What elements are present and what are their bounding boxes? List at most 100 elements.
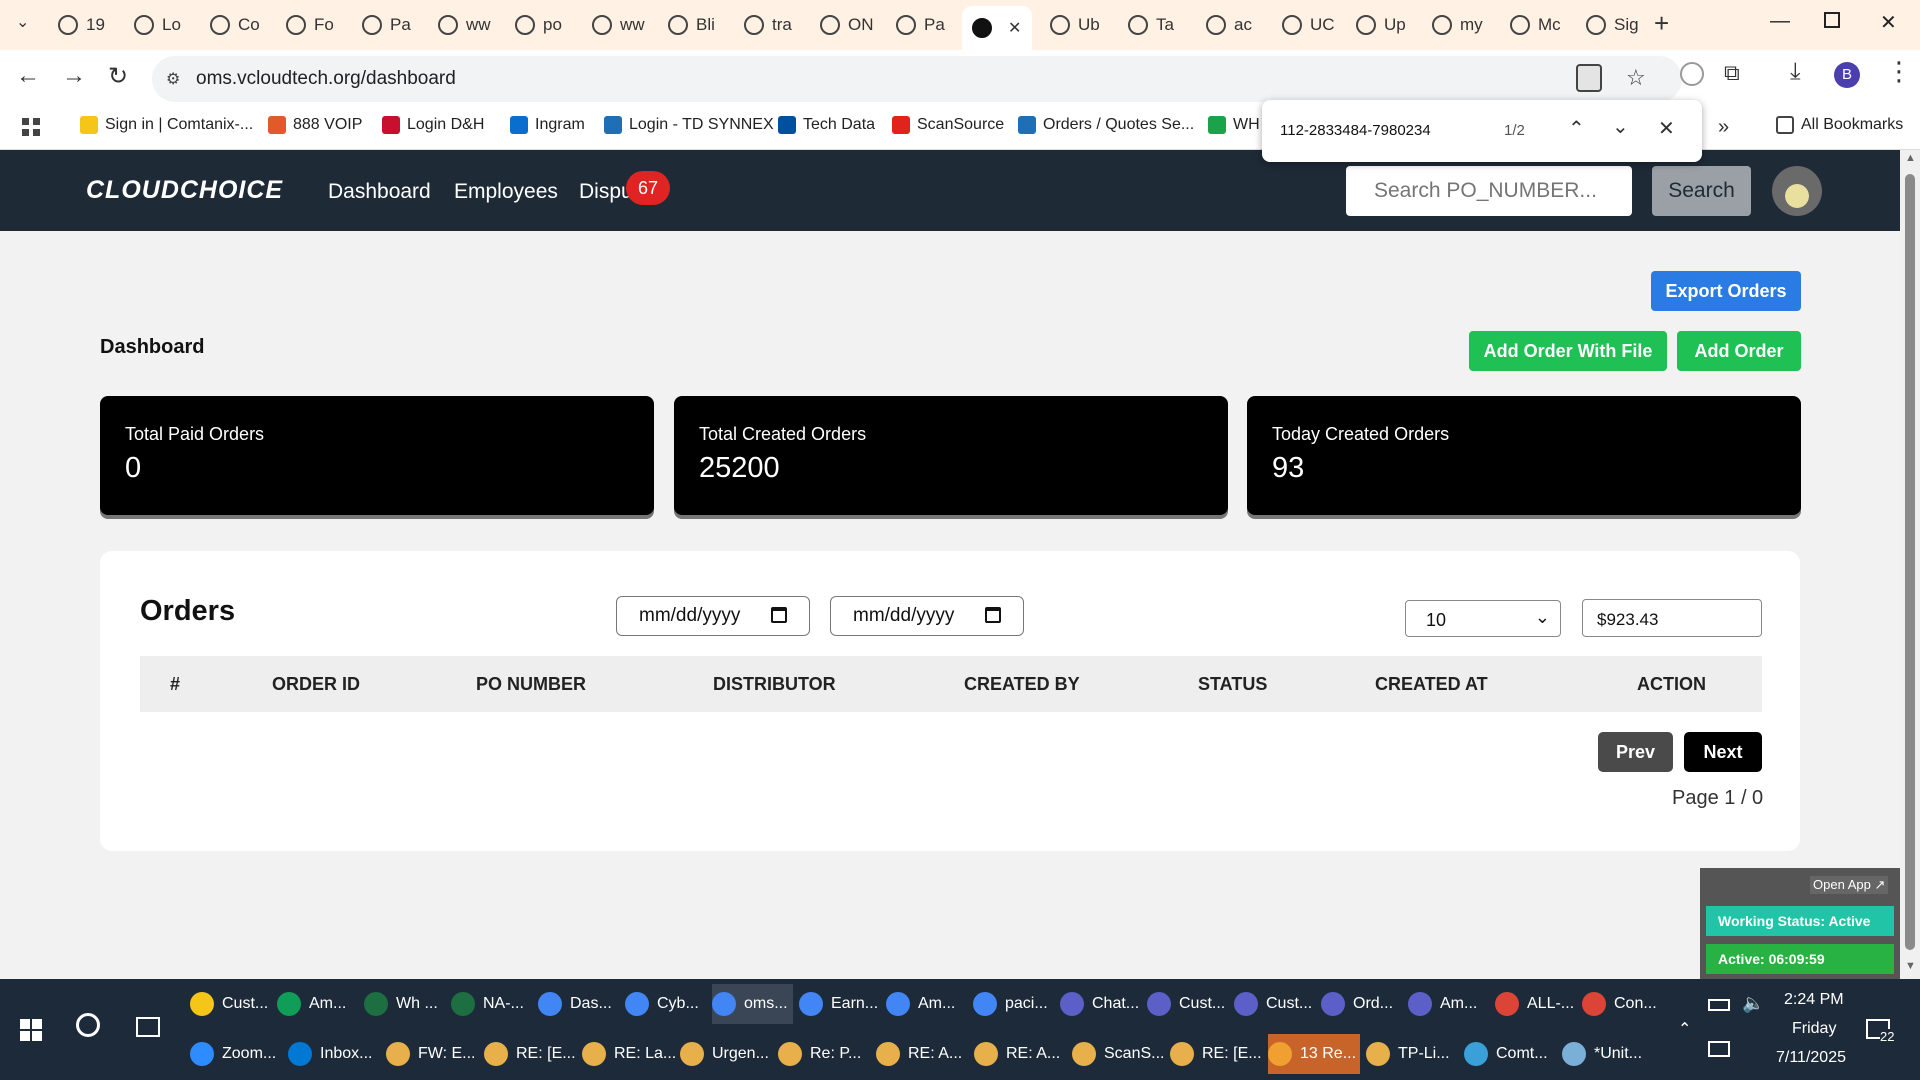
taskbar-app[interactable]: RE: A... [876, 1034, 968, 1074]
calendar-icon[interactable] [985, 607, 1001, 623]
nav-disputes[interactable]: Dispu [579, 180, 633, 204]
find-next-icon[interactable]: ⌄ [1612, 114, 1629, 139]
browser-tab[interactable]: ON [810, 8, 874, 42]
taskbar-app[interactable]: Cyb... [625, 984, 706, 1024]
extensions-puzzle-icon[interactable]: ⧉ [1724, 60, 1740, 86]
browser-tab[interactable]: tra [734, 8, 798, 42]
taskbar-app[interactable]: FW: E... [386, 1034, 478, 1074]
browser-tab[interactable]: ✕ [962, 6, 1032, 50]
bookmark-item[interactable]: Login - TD SYNNEX [604, 116, 774, 134]
taskbar-app[interactable]: Am... [1408, 984, 1489, 1024]
bookmark-item[interactable]: ScanSource [892, 116, 1004, 134]
taskbar-app[interactable]: paci... [973, 984, 1054, 1024]
browser-tab[interactable]: Pa [886, 8, 950, 42]
add-order-with-file-button[interactable]: Add Order With File [1469, 331, 1667, 371]
clock-time[interactable]: 2:24 PM [1784, 991, 1844, 1009]
taskbar-app[interactable]: *Unit... [1562, 1034, 1654, 1074]
tray-chevron-icon[interactable]: ⌃ [1678, 1019, 1691, 1039]
export-orders-button[interactable]: Export Orders [1651, 271, 1801, 311]
minimize-icon[interactable]: — [1770, 10, 1790, 33]
end-date-input[interactable]: mm/dd/yyyy [830, 596, 1024, 636]
taskbar-app[interactable]: Chat... [1060, 984, 1141, 1024]
taskbar-app[interactable]: Inbox... [288, 1034, 380, 1074]
browser-tab[interactable]: Sig [1576, 8, 1640, 42]
profile-avatar[interactable]: B [1834, 62, 1860, 88]
browser-tab[interactable]: Lo [124, 8, 188, 42]
taskbar-app[interactable]: Urgen... [680, 1034, 772, 1074]
taskbar-app[interactable]: Re: P... [778, 1034, 870, 1074]
taskbar-app[interactable]: Earn... [799, 984, 880, 1024]
taskbar-app[interactable]: oms... [712, 984, 793, 1024]
more-bookmarks-icon[interactable]: » [1718, 116, 1729, 139]
find-query[interactable]: 112-2833484-7980234 [1280, 122, 1431, 139]
site-info-icon[interactable]: ⚙ [166, 69, 180, 89]
browser-tab[interactable]: ww [582, 8, 646, 42]
taskbar-app[interactable]: TP-Li... [1366, 1034, 1458, 1074]
taskbar-app[interactable]: Am... [277, 984, 358, 1024]
taskbar-app[interactable]: Am... [886, 984, 967, 1024]
restore-icon[interactable] [1824, 12, 1840, 28]
find-close-icon[interactable]: ✕ [1658, 116, 1675, 141]
taskbar-app[interactable]: NA-... [451, 984, 532, 1024]
browser-tab[interactable]: my [1422, 8, 1486, 42]
calendar-icon[interactable] [771, 607, 787, 623]
menu-dots-icon[interactable]: ⋮ [1886, 56, 1912, 87]
taskbar-app[interactable]: 13 Re... [1268, 1034, 1360, 1074]
add-order-button[interactable]: Add Order [1677, 331, 1801, 371]
browser-tab[interactable]: Mc [1500, 8, 1564, 42]
bookmark-item[interactable]: Orders / Quotes Se... [1018, 116, 1194, 134]
bookmark-item[interactable]: Sign in | Comtanix-... [80, 116, 253, 134]
taskbar-app[interactable]: Ord... [1321, 984, 1402, 1024]
bookmark-item[interactable]: 888 VOIP [268, 116, 362, 134]
browser-tab[interactable]: UC [1272, 8, 1336, 42]
user-avatar[interactable] [1772, 166, 1822, 216]
bookmark-item[interactable]: WH [1208, 116, 1260, 134]
tab-search-chevron-icon[interactable]: ⌄ [16, 12, 29, 32]
close-window-icon[interactable]: ✕ [1880, 10, 1897, 35]
browser-tab[interactable]: po [505, 8, 569, 42]
next-page-button[interactable]: Next [1684, 732, 1762, 772]
bookmark-star-icon[interactable]: ☆ [1626, 65, 1646, 91]
bookmark-item[interactable]: Tech Data [778, 116, 875, 134]
taskbar-app[interactable]: ALL-... [1495, 984, 1576, 1024]
all-bookmarks[interactable]: All Bookmarks [1776, 116, 1903, 134]
find-page-icon[interactable] [1576, 64, 1602, 92]
browser-tab[interactable]: Bli [658, 8, 722, 42]
reload-icon[interactable]: ↻ [108, 62, 128, 91]
download-icon[interactable]: ⤓ [1790, 58, 1801, 86]
start-date-input[interactable]: mm/dd/yyyy [616, 596, 810, 636]
taskbar-app[interactable]: Zoom... [190, 1034, 282, 1074]
taskbar-app[interactable]: Wh ... [364, 984, 445, 1024]
task-view-icon[interactable] [136, 1017, 160, 1037]
browser-tab[interactable]: ac [1196, 8, 1260, 42]
scroll-down-icon[interactable]: ▼ [1905, 960, 1916, 972]
volume-icon[interactable]: 🔈 [1742, 993, 1764, 1014]
browser-tab[interactable]: Up [1346, 8, 1410, 42]
nav-employees[interactable]: Employees [454, 180, 558, 204]
bookmark-item[interactable]: Ingram [510, 116, 585, 134]
browser-tab[interactable]: ww [428, 8, 492, 42]
taskbar-app[interactable]: Cust... [1147, 984, 1228, 1024]
forward-arrow-icon[interactable]: → [62, 62, 86, 90]
close-tab-icon[interactable]: ✕ [1008, 18, 1021, 38]
network-icon[interactable] [1708, 1041, 1730, 1057]
taskbar-app[interactable]: RE: [E... [1170, 1034, 1262, 1074]
apps-grid-icon[interactable] [22, 118, 40, 136]
scroll-up-icon[interactable]: ▲ [1905, 152, 1916, 164]
po-number-search-input[interactable] [1346, 166, 1632, 216]
taskbar-app[interactable]: RE: A... [974, 1034, 1066, 1074]
start-windows-icon[interactable] [20, 1019, 42, 1041]
taskbar-app[interactable]: Comt... [1464, 1034, 1556, 1074]
taskbar-app[interactable]: Das... [538, 984, 619, 1024]
brand-logo[interactable]: CLOUDCHOICE [86, 176, 283, 205]
taskbar-app[interactable]: RE: [E... [484, 1034, 576, 1074]
prev-page-button[interactable]: Prev [1598, 732, 1673, 772]
taskbar-app[interactable]: RE: La... [582, 1034, 676, 1074]
page-scrollbar[interactable]: ▲ ▼ [1900, 150, 1920, 979]
back-arrow-icon[interactable]: ← [16, 62, 40, 90]
browser-tab[interactable]: Fo [276, 8, 340, 42]
taskbar-app[interactable]: Cust... [1234, 984, 1315, 1024]
search-icon[interactable] [76, 1013, 100, 1037]
new-tab-plus-icon[interactable]: + [1654, 8, 1669, 39]
browser-tab[interactable]: 19 [48, 8, 112, 42]
